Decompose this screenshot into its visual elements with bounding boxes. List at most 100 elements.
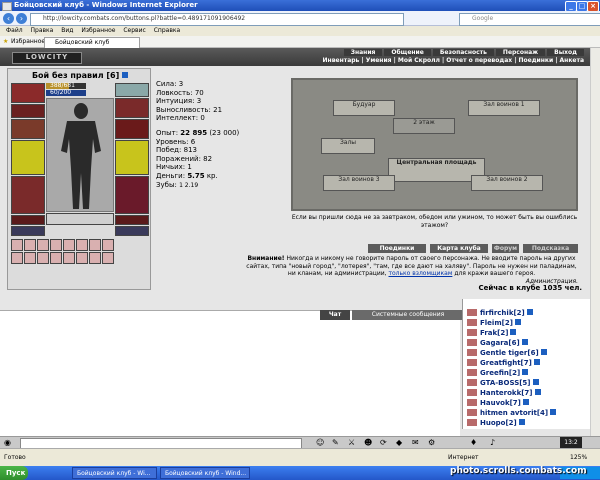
map-room-warriors-1[interactable]: Зал воинов 1 bbox=[468, 100, 540, 116]
character-body-area[interactable] bbox=[46, 98, 114, 212]
chat-menu-icon[interactable]: ◉ bbox=[4, 438, 11, 447]
boots-slot[interactable] bbox=[115, 215, 149, 225]
armor-slot[interactable] bbox=[11, 140, 45, 175]
helmet-slot[interactable] bbox=[11, 83, 45, 103]
info-icon[interactable] bbox=[540, 349, 547, 355]
back-icon[interactable]: ‹ bbox=[3, 13, 14, 24]
info-icon[interactable] bbox=[522, 399, 529, 405]
battles-button[interactable]: Поединки bbox=[368, 244, 426, 253]
belt-item-slot[interactable] bbox=[24, 239, 36, 251]
menu-favorites[interactable]: Избранное bbox=[81, 27, 115, 34]
vertical-scrollbar[interactable] bbox=[590, 48, 600, 436]
belt-item-slot[interactable] bbox=[102, 239, 114, 251]
fight-icon[interactable]: ⚔ bbox=[348, 438, 355, 447]
chest-slot[interactable] bbox=[11, 176, 45, 214]
info-icon[interactable] bbox=[122, 72, 129, 78]
info-icon[interactable] bbox=[522, 369, 529, 375]
clear-icon[interactable]: ✎ bbox=[332, 438, 339, 447]
nav-knowledge[interactable]: Знания bbox=[343, 49, 383, 56]
star-icon[interactable]: ★ bbox=[3, 36, 8, 48]
legs-slot[interactable] bbox=[115, 176, 149, 214]
shield-slot[interactable] bbox=[115, 140, 149, 175]
menu-tools[interactable]: Сервис bbox=[123, 27, 145, 34]
info-icon[interactable] bbox=[521, 339, 528, 345]
info-icon[interactable] bbox=[510, 329, 517, 335]
belt-item-slot[interactable] bbox=[50, 252, 62, 264]
tab-chat[interactable]: Чат bbox=[320, 310, 350, 320]
map-room-warriors-2[interactable]: Зал воинов 2 bbox=[471, 175, 543, 191]
belt-item-slot[interactable] bbox=[24, 252, 36, 264]
belt-item-slot[interactable] bbox=[37, 239, 49, 251]
earring-slot[interactable] bbox=[115, 83, 149, 97]
list-item[interactable]: GTA-BOSS[5] bbox=[467, 379, 539, 389]
belt-item-slot[interactable] bbox=[102, 252, 114, 264]
belt-item-slot[interactable] bbox=[11, 239, 23, 251]
hint-button[interactable]: Подсказка bbox=[523, 244, 578, 253]
start-button[interactable]: Пуск bbox=[0, 466, 28, 480]
list-item[interactable]: Fleim[2] bbox=[467, 319, 521, 329]
settings-icon[interactable]: ⚙ bbox=[428, 438, 435, 447]
gem-slot-1[interactable] bbox=[11, 226, 45, 236]
info-icon[interactable] bbox=[526, 309, 533, 315]
mail-icon[interactable]: ✉ bbox=[412, 438, 419, 447]
belt-item-slot[interactable] bbox=[63, 239, 75, 251]
map-room-floor-2[interactable]: 2 этаж bbox=[393, 118, 455, 134]
sub-navigation[interactable]: Инвентарь | Умения | Мой Скролл | Отчет … bbox=[323, 57, 584, 64]
address-input[interactable]: http://lowcity.combats.com/buttons.pl?ba… bbox=[30, 13, 404, 26]
menu-file[interactable]: Файл bbox=[6, 27, 23, 34]
belt-item-slot[interactable] bbox=[76, 239, 88, 251]
taskbar-item[interactable]: Бойцовский клуб - Wind... bbox=[160, 467, 250, 479]
trade-icon[interactable]: ♦ bbox=[470, 438, 477, 447]
gem-slot-2[interactable] bbox=[115, 226, 149, 236]
list-item[interactable]: Hanterokk[7] bbox=[467, 389, 541, 399]
belt-item-slot[interactable] bbox=[76, 252, 88, 264]
ring-slot[interactable] bbox=[115, 119, 149, 139]
forum-button[interactable]: Форум bbox=[492, 244, 519, 253]
search-input[interactable]: Google bbox=[459, 13, 600, 26]
refresh-icon[interactable]: ⟳ bbox=[380, 438, 387, 447]
info-icon[interactable] bbox=[533, 359, 540, 365]
list-item[interactable]: Gentle tiger[6] bbox=[467, 349, 547, 359]
taskbar-item[interactable]: Бойцовский клуб - Wi... bbox=[72, 467, 157, 479]
belt-item-slot[interactable] bbox=[11, 252, 23, 264]
club-map-button[interactable]: Карта клуба bbox=[430, 244, 488, 253]
nav-exit[interactable]: Выход bbox=[547, 49, 584, 56]
menu-help[interactable]: Справка bbox=[154, 27, 180, 34]
tab-system-messages[interactable]: Системные сообщения bbox=[352, 310, 464, 320]
map-room-halls[interactable]: Залы bbox=[321, 138, 375, 154]
info-icon[interactable] bbox=[518, 419, 525, 425]
favorites-label[interactable]: Избранное bbox=[11, 36, 45, 48]
list-item[interactable]: Frak[2] bbox=[467, 329, 517, 339]
smiley-icon[interactable]: ☺ bbox=[316, 438, 324, 447]
nav-character[interactable]: Персонаж bbox=[495, 49, 546, 56]
belt-item-slot[interactable] bbox=[63, 252, 75, 264]
hackers-link[interactable]: только взломщикам bbox=[389, 270, 453, 277]
list-item[interactable]: Gagara[6] bbox=[467, 339, 528, 349]
belt-slot[interactable] bbox=[11, 215, 45, 225]
forward-icon[interactable]: › bbox=[16, 13, 27, 24]
list-item[interactable]: firfirchik[2] bbox=[467, 309, 533, 319]
people-icon[interactable]: ☻ bbox=[364, 438, 372, 447]
menu-view[interactable]: Вид bbox=[61, 27, 73, 34]
info-icon[interactable] bbox=[514, 319, 521, 325]
belt-item-slot[interactable] bbox=[50, 239, 62, 251]
info-icon[interactable] bbox=[550, 409, 557, 415]
nav-communication[interactable]: Общение bbox=[384, 49, 431, 56]
list-item[interactable]: Hauvok[7] bbox=[467, 399, 529, 409]
list-item[interactable]: Greatfight[7] bbox=[467, 359, 540, 369]
map-room-warriors-3[interactable]: Зал воинов 3 bbox=[323, 175, 395, 191]
list-item[interactable]: Greefin[2] bbox=[467, 369, 529, 379]
bracer-slot[interactable] bbox=[11, 104, 45, 118]
nav-security[interactable]: Безопасность bbox=[432, 49, 494, 56]
amulet-slot[interactable] bbox=[115, 98, 149, 118]
list-item[interactable]: Нuopo[2] bbox=[467, 419, 525, 429]
info-icon[interactable] bbox=[534, 389, 541, 395]
belt-item-slot[interactable] bbox=[37, 252, 49, 264]
filter-icon[interactable]: ◆ bbox=[396, 438, 402, 447]
weapon-slot[interactable] bbox=[11, 119, 45, 139]
menu-edit[interactable]: Правка bbox=[31, 27, 54, 34]
belt-item-slot[interactable] bbox=[89, 239, 101, 251]
list-item[interactable]: hitmen avtorit[4] bbox=[467, 409, 557, 419]
sound-icon[interactable]: ♪ bbox=[490, 438, 495, 447]
map-room-boudoir[interactable]: Будуар bbox=[333, 100, 395, 116]
